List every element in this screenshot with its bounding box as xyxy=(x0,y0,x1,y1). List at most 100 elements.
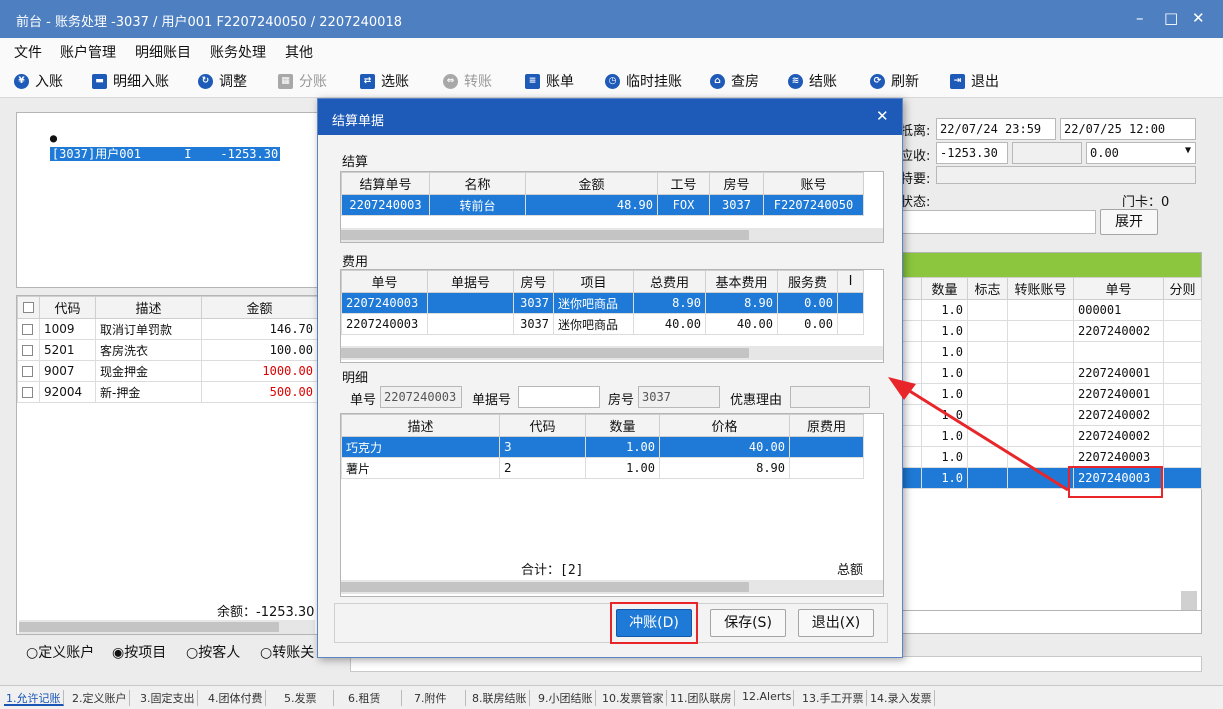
column-room-no[interactable]: 房号 xyxy=(709,172,764,195)
refresh-button[interactable]: ⟳ 刷新 xyxy=(870,70,919,92)
table-row-selected[interactable]: 2207240003 转前台 48.90 FOX 3037 F220724005… xyxy=(341,194,864,216)
tab-allow-posting[interactable]: 1.允许记账 xyxy=(4,690,64,706)
column-more[interactable]: I xyxy=(837,270,864,293)
save-button[interactable]: 保存(S) xyxy=(710,609,786,637)
menu-other[interactable]: 其他 xyxy=(285,42,313,62)
tab-enter-invoice[interactable]: 14.录入发票 xyxy=(868,690,935,706)
column-service-fee[interactable]: 服务费 xyxy=(777,270,838,293)
radio-by-guest[interactable]: ○按客人 xyxy=(186,642,240,662)
table-row[interactable]: 1.0 2207240002 xyxy=(897,320,1202,342)
row-checkbox[interactable] xyxy=(17,360,40,382)
table-row[interactable]: 5201 客房洗衣 100.00 xyxy=(17,339,318,361)
post-button[interactable]: ¥ 入账 xyxy=(14,70,63,92)
table-row[interactable]: 1.0 000001 xyxy=(897,299,1202,321)
depart-from-field[interactable]: 22/07/24 23:59 xyxy=(936,118,1056,140)
checkout-button[interactable]: ≋ 结账 xyxy=(788,70,837,92)
column-code[interactable]: 代码 xyxy=(499,414,586,437)
menu-detail-items[interactable]: 明细账目 xyxy=(135,42,191,62)
row-checkbox[interactable] xyxy=(17,318,40,340)
column-bill-no[interactable]: 单号 xyxy=(341,270,428,293)
detail-no-field[interactable]: 2207240003 xyxy=(380,386,462,408)
detail-voucher-field[interactable] xyxy=(518,386,600,408)
column-staff-no[interactable]: 工号 xyxy=(657,172,710,195)
transfer-button[interactable]: ⇔ 转账 xyxy=(443,70,492,92)
table-row-selected[interactable]: 巧克力 3 1.00 40.00 xyxy=(341,436,864,458)
radio-define-account[interactable]: ○定义账户 xyxy=(26,642,94,662)
tab-alerts[interactable]: 12.Alerts xyxy=(736,690,795,706)
column-transfer-account[interactable]: 转账账号 xyxy=(1007,277,1074,300)
detail-reason-field[interactable] xyxy=(790,386,870,408)
table-row[interactable]: 1.0 2207240002 xyxy=(897,404,1202,426)
column-account-no[interactable]: 账号 xyxy=(763,172,864,195)
table-row[interactable]: 9007 现金押金 1000.00 xyxy=(17,360,318,382)
exit-dialog-button[interactable]: 退出(X) xyxy=(798,609,874,637)
dialog-close-icon[interactable]: ✕ xyxy=(876,107,889,125)
menu-account-management[interactable]: 账户管理 xyxy=(60,42,116,62)
tab-invoice[interactable]: 5.发票 xyxy=(274,690,334,706)
special-field[interactable] xyxy=(936,166,1196,184)
split-button[interactable]: ▦ 分账 xyxy=(278,70,327,92)
table-row[interactable]: 1.0 2207240001 xyxy=(897,383,1202,405)
table-row[interactable]: 1.0 2207240003 xyxy=(897,446,1202,468)
account-tree-item[interactable]: ● [3037]用户001 I -1253.30 xyxy=(21,117,281,161)
table-row[interactable]: 1.0 2207240001 xyxy=(897,362,1202,384)
adjust-button[interactable]: ↻ 调整 xyxy=(198,70,247,92)
column-flag[interactable]: 标志 xyxy=(967,277,1008,300)
account-tree[interactable]: ● [3037]用户001 I -1253.30 xyxy=(16,112,318,288)
fees-grid-scrollbar[interactable] xyxy=(341,346,883,360)
menu-accounting[interactable]: 账务处理 xyxy=(210,42,266,62)
radio-by-item[interactable]: ◉按项目 xyxy=(112,642,166,662)
tab-group-pay[interactable]: 4.团体付费 xyxy=(206,690,266,706)
detail-grid-scrollbar[interactable] xyxy=(341,580,883,594)
tab-invoice-manager[interactable]: 10.发票管家 xyxy=(600,690,667,706)
due-field[interactable]: -1253.30 xyxy=(936,142,1008,164)
close-icon[interactable]: ✕ xyxy=(1192,9,1205,27)
radio-transfer[interactable]: ○转账关 xyxy=(260,642,314,662)
minimize-icon[interactable]: – xyxy=(1136,9,1144,27)
column-total-fee[interactable]: 总费用 xyxy=(633,270,706,293)
temp-charge-button[interactable]: ◷ 临时挂账 xyxy=(605,70,682,92)
tab-lease[interactable]: 6.租赁 xyxy=(338,690,402,706)
tab-small-group-checkout[interactable]: 9.小团结账 xyxy=(536,690,596,706)
table-row[interactable]: 薯片 2 1.00 8.90 xyxy=(341,457,864,479)
column-price[interactable]: 价格 xyxy=(659,414,790,437)
menu-file[interactable]: 文件 xyxy=(14,42,42,62)
detail-post-button[interactable]: ▬ 明细入账 xyxy=(92,70,169,92)
item-grid-scrollbar[interactable] xyxy=(19,620,315,634)
due-select[interactable]: 0.00 ▼ xyxy=(1086,142,1196,164)
settle-grid-scrollbar[interactable] xyxy=(341,228,883,242)
column-desc[interactable]: 描述 xyxy=(341,414,500,437)
select-account-button[interactable]: ⇄ 选账 xyxy=(360,70,409,92)
depart-to-field[interactable]: 22/07/25 12:00 xyxy=(1060,118,1196,140)
table-row-selected[interactable]: 2207240003 3037 迷你吧商品 8.90 8.90 0.00 xyxy=(341,292,864,314)
column-split[interactable]: 分则 xyxy=(1163,277,1202,300)
column-settle-no[interactable]: 结算单号 xyxy=(341,172,430,195)
table-row[interactable]: 1009 取消订单罚款 146.70 xyxy=(17,318,318,340)
column-original-fee[interactable]: 原费用 xyxy=(789,414,864,437)
row-checkbox[interactable] xyxy=(17,339,40,361)
maximize-icon[interactable]: □ xyxy=(1164,9,1178,27)
remark-field[interactable] xyxy=(900,210,1096,234)
expand-button[interactable]: 展开 xyxy=(1100,209,1158,235)
column-voucher-no[interactable]: 单据号 xyxy=(427,270,514,293)
table-row[interactable]: 1.0 2207240002 xyxy=(897,425,1202,447)
select-all-checkbox[interactable] xyxy=(17,296,40,319)
exit-button[interactable]: ⇥ 退出 xyxy=(950,70,999,92)
column-desc[interactable]: 描述 xyxy=(95,296,202,319)
tab-linked-room-checkout[interactable]: 8.联房结账 xyxy=(470,690,530,706)
column-room-no[interactable]: 房号 xyxy=(513,270,554,293)
room-check-button[interactable]: ⌂ 查房 xyxy=(710,70,759,92)
tab-team-linked-room[interactable]: 11.团队联房 xyxy=(668,690,735,706)
column-code[interactable]: 代码 xyxy=(39,296,96,319)
tab-manual-invoice[interactable]: 13.手工开票 xyxy=(800,690,867,706)
column-qty[interactable]: 数量 xyxy=(921,277,968,300)
column-base-fee[interactable]: 基本费用 xyxy=(705,270,778,293)
tab-attachment[interactable]: 7.附件 xyxy=(404,690,466,706)
column-amount[interactable]: 金额 xyxy=(201,296,318,319)
tab-define-account[interactable]: 2.定义账户 xyxy=(70,690,130,706)
row-checkbox[interactable] xyxy=(17,381,40,403)
column-name[interactable]: 名称 xyxy=(429,172,526,195)
table-row[interactable]: 2207240003 3037 迷你吧商品 40.00 40.00 0.00 xyxy=(341,313,864,335)
bill-button[interactable]: ≡ 账单 xyxy=(525,70,574,92)
due-extra-field[interactable] xyxy=(1012,142,1082,164)
